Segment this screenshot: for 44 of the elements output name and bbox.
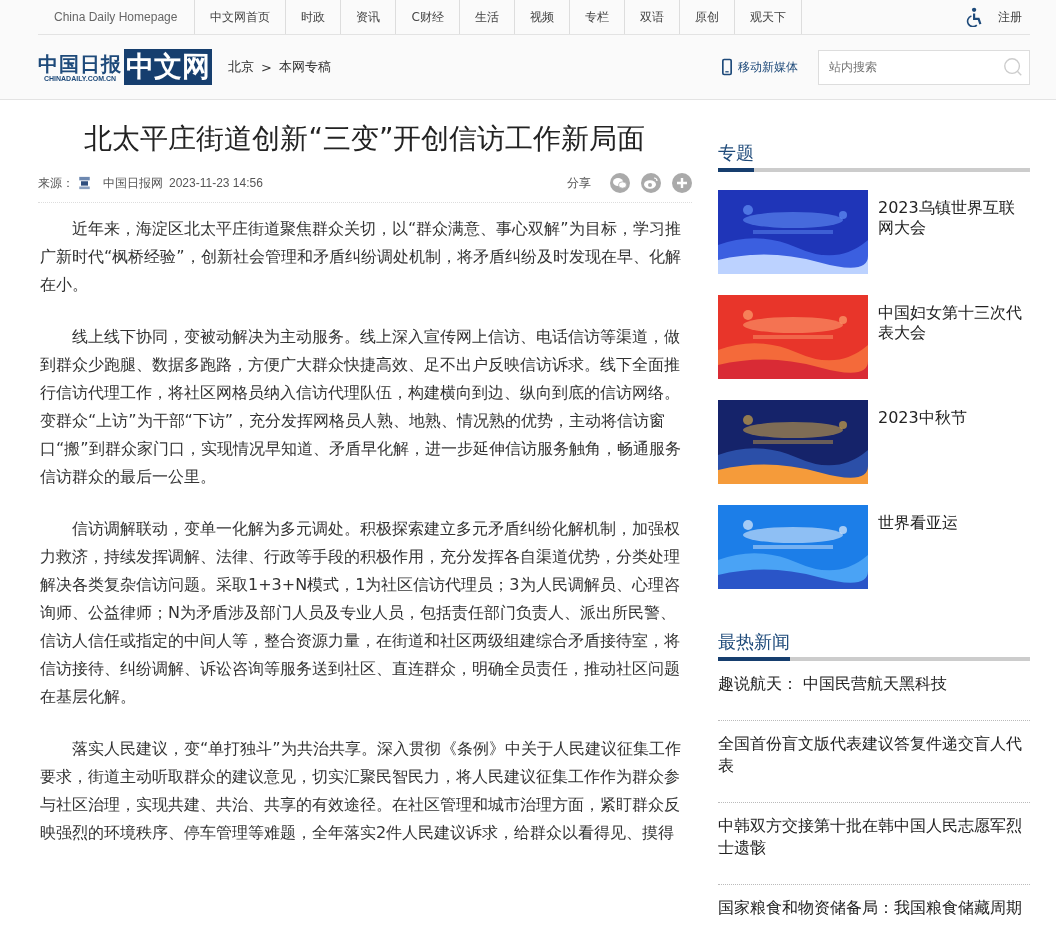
nav-link[interactable]: 视频 (514, 0, 570, 34)
nav-link[interactable]: 时政 (286, 0, 342, 34)
source-name: 中国日报网 (103, 174, 163, 192)
article-paragraph: 线上线下协同，变被动解决为主动服务。线上深入宣传网上信访、电话信访等渠道，做到群众少跑腿、数据多跑路，方便广大群众快捷高效、足不出户反映信访诉求。线下全面推行信访代理工作，将社区网格员纳入信访代理队伍，构建横向到边、纵向到底的信访网络。变群众“上访”为干部“下访”，充分发挥网格员人熟、地熟、情况熟的优势，主动将信访窗口“搬”到群众家门口，实现情况早知道、矛盾早化解，进一步延伸信访服务触角，畅通服务信访群众的最后一公里。 (40, 326, 682, 488)
source-label: 来源： (38, 174, 74, 192)
eye-logo-icon[interactable] (641, 173, 661, 193)
chat-bubbles-icon[interactable] (610, 173, 630, 193)
mobile-media-link[interactable]: 移动新媒体 (738, 58, 798, 76)
section-title: 专题 (718, 140, 754, 172)
publish-time: 2023-11-23 14:56 (169, 176, 263, 190)
section-title: 最热新闻 (718, 629, 790, 661)
search-field[interactable]: 站内搜索 (818, 49, 1030, 85)
accessibility-icon[interactable] (966, 7, 984, 27)
register-link[interactable]: 注册 (998, 8, 1022, 26)
nav-link[interactable]: 原创 (679, 0, 735, 34)
breadcrumb-link[interactable]: 北京 (228, 58, 254, 76)
nav-link[interactable]: 中文网首页 (195, 0, 287, 34)
news-link[interactable]: 趣说航天： 中国民营航天黑科技 (718, 673, 1030, 695)
topic-link[interactable]: 2023乌镇世界互联网大会 (878, 190, 1028, 274)
nav-link[interactable]: 观天下 (734, 0, 802, 34)
plus-icon[interactable] (672, 173, 692, 193)
topic-link[interactable]: 中国妇女第十三次代表大会 (878, 295, 1028, 379)
share-label: 分享 (567, 174, 591, 192)
source-logo-icon (78, 176, 91, 190)
breadcrumb-separator: > (261, 59, 272, 75)
news-link[interactable]: 国家粮食和物资储备局：我国粮食储藏周期 (718, 897, 1030, 919)
topic-link[interactable]: 2023中秋节 (878, 400, 1028, 484)
nav-link[interactable]: China Daily Homepage (38, 0, 196, 34)
nav-link[interactable]: 专栏 (569, 0, 625, 34)
nav-link[interactable]: 资讯 (341, 0, 397, 34)
news-link[interactable]: 中韩双方交接第十批在韩中国人民志愿军烈士遗骸 (718, 815, 1030, 859)
nav-link[interactable]: 双语 (624, 0, 680, 34)
nav-link[interactable]: C财经 (396, 0, 460, 34)
topic-link[interactable]: 世界看亚运 (878, 505, 1028, 589)
article-paragraph: 落实人民建议，变“单打独斗”为共治共享。深入贯彻《条例》中关于人民建议征集工作要求，街道主动听取群众的建议意见，切实汇聚民智民力，将人民建议征集工作作为群众参与社区治理，实现共建、共治、共享的有效途径。在社区管理和城市治理方面，紧盯群众反映强烈的环境秩序、停车管理等难题，全年落实2件人民建议诉求，给群众以看得见、摸得 (40, 738, 682, 844)
phone-icon[interactable] (722, 58, 732, 76)
article-title: 北太平庄街道创新“三变”开创信访工作新局面 (83, 121, 647, 157)
article-paragraph: 信访调解联动，变单一化解为多元调处。积极探索建立多元矛盾纠纷化解机制，加强权力救济，持续发挥调解、法律、行政等手段的积极作用，充分发挥各自渠道优势，分类处理解决各类复杂信访问题。采取1+3+N模式，1为社区信访代理员；3为人民调解员、心理咨询师、公益律师；N为矛盾涉及部门人员及专业人员，包括责任部门负责人、派出所民警、信访人信任或指定的中间人等，整合资源力量，在街道和社区两级组建综合矛盾接待室，将信访接待、纠纷调解、诉讼咨询等服务送到社区、直连群众，明确全员责任，推动社区问题在基层化解。 (40, 518, 681, 708)
news-link[interactable]: 全国首份盲文版代表建议答复件递交盲人代表 (718, 733, 1030, 777)
breadcrumb-link[interactable]: 本网专稿 (278, 58, 331, 76)
nav-link[interactable]: 生活 (459, 0, 515, 34)
logo-text: 中国日报 (38, 52, 122, 75)
article-paragraph: 近年来，海淀区北太平庄街道聚焦群众关切，以“群众满意、事心双解”为目标，学习推广新时代“枫桥经验”，创新社会管理和矛盾纠纷调处机制，将矛盾纠纷及时发现在早、化解在小。 (40, 218, 682, 296)
logo-site-name: 中文网 (124, 49, 212, 85)
